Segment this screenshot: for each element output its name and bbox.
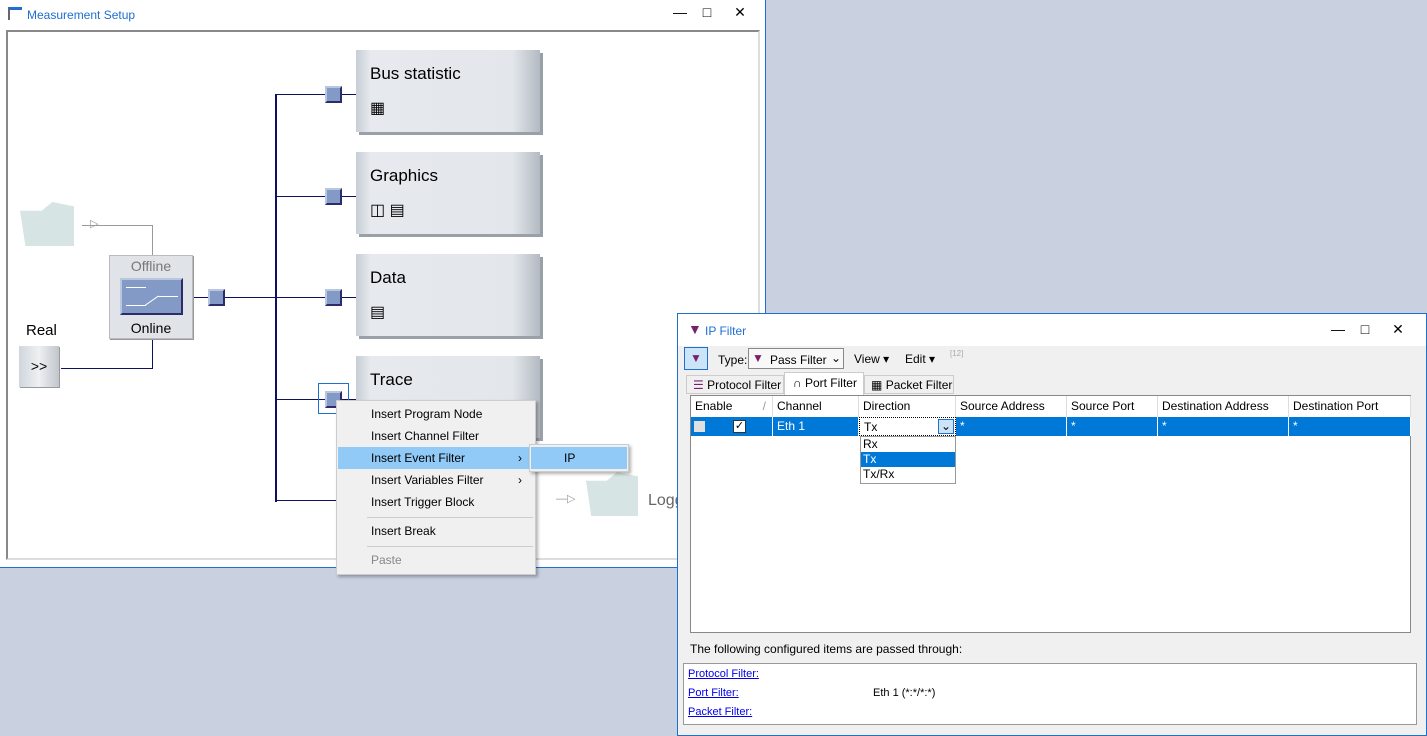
chevron-down-icon: ⌄ [831,351,842,365]
column-direction[interactable]: Direction [859,396,956,417]
menu-item-paste: Paste [371,553,402,567]
connector[interactable] [208,289,225,306]
table-row[interactable]: ✓ Eth 1 Tx ⌄ * * * * [691,417,1411,436]
connector[interactable] [325,188,342,205]
type-dropdown[interactable]: ▼ Pass Filter ⌄ [748,348,844,369]
menu-item-insert-program-node[interactable]: Insert Program Node [338,403,534,425]
menu-item-insert-channel-filter[interactable]: Insert Channel Filter [338,425,534,447]
real-label: Real [26,322,57,339]
tab-packet-filter[interactable]: ▦ Packet Filter [864,375,954,394]
pass-filter-icon: ▼ [752,351,764,365]
connector[interactable] [325,86,342,103]
menu-item-ip[interactable]: IP [531,447,627,469]
chevron-right-icon: › [518,473,522,487]
column-enable[interactable]: Enable / [691,396,773,417]
data-block[interactable]: Data ▤ [356,254,540,336]
edit-menu[interactable]: Edit ▾ [905,352,935,366]
port-filter-link[interactable]: Port Filter: [688,687,739,699]
filter-toggle-button[interactable]: ▼ [684,347,708,370]
protocol-filter-link[interactable]: Protocol Filter: [688,668,759,680]
minimize-button[interactable]: — [1328,321,1348,337]
online-offline-switch[interactable]: Offline Online [109,255,193,339]
context-menu: Insert Program Node Insert Channel Filte… [336,400,536,575]
window-title: Measurement Setup [27,8,136,22]
option-tx[interactable]: Tx [861,452,955,467]
measurement-setup-icon [8,7,22,20]
offline-folder-icon [20,202,74,246]
packet-icon: ▦ [871,378,883,392]
ip-filter-title: IP Filter [705,324,747,338]
logging-folder-icon [586,472,638,516]
bus-statistic-block[interactable]: Bus statistic ▦ [356,50,540,132]
status-text: The following configured items are passe… [690,642,963,656]
menu-item-insert-event-filter[interactable]: Insert Event Filter › [338,447,534,469]
submenu: IP [529,444,629,472]
tab-port-filter[interactable]: ∩ Port Filter [784,372,864,395]
option-rx[interactable]: Rx [861,437,955,452]
data-icon: ▤ [370,304,386,321]
menu-item-insert-trigger-block[interactable]: Insert Trigger Block [338,491,534,513]
numbering-icon[interactable]: [12] [950,349,963,358]
option-txrx[interactable]: Tx/Rx [861,467,955,482]
enable-checkbox[interactable]: ✓ [733,420,746,433]
switch-icon [120,278,183,315]
column-source-address[interactable]: Source Address [956,396,1067,417]
table-icon: ▦ [370,100,386,117]
summary-panel: Protocol Filter: Port Filter: Eth 1 (*:*… [683,663,1417,725]
menu-item-insert-variables-filter[interactable]: Insert Variables Filter › [338,469,534,491]
column-source-port[interactable]: Source Port [1067,396,1158,417]
direction-dropdown-list: Rx Tx Tx/Rx [860,436,956,484]
filter-icon: ▼ [688,321,702,337]
tab-protocol-filter[interactable]: ☰ Protocol Filter [686,375,784,394]
packet-filter-link[interactable]: Packet Filter: [688,706,752,718]
maximize-button[interactable]: □ [1355,321,1375,337]
connector[interactable] [325,289,342,306]
view-menu[interactable]: View ▾ [854,352,889,366]
column-destination-address[interactable]: Destination Address [1158,396,1289,417]
chevron-right-icon: › [518,451,522,465]
real-button[interactable]: >> [19,346,59,387]
grid-header: Enable / Channel Direction Source Address… [691,396,1411,417]
maximize-button[interactable]: □ [697,4,717,20]
minimize-button[interactable]: — [670,4,690,20]
protocol-icon: ☰ [693,378,704,392]
direction-combobox[interactable]: Tx ⌄ [859,417,956,436]
close-button[interactable]: ✕ [730,4,750,21]
chevron-down-icon[interactable]: ⌄ [938,419,954,434]
menu-item-insert-break[interactable]: Insert Break [338,520,534,542]
expand-icon[interactable] [694,421,705,432]
port-icon: ∩ [793,376,802,390]
port-filter-summary: Eth 1 (*:*/*:*) [873,687,936,699]
column-destination-port[interactable]: Destination Port [1289,396,1411,417]
port-filter-grid[interactable]: Enable / Channel Direction Source Address… [690,395,1411,633]
graphics-icon: ◫ ▤ [370,202,405,219]
column-channel[interactable]: Channel [773,396,859,417]
ip-filter-window: ▼ IP Filter — □ ✕ ▼ Type: ▼ Pass Filter … [677,313,1427,736]
close-button[interactable]: ✕ [1388,321,1408,338]
graphics-block[interactable]: Graphics ◫ ▤ [356,152,540,234]
